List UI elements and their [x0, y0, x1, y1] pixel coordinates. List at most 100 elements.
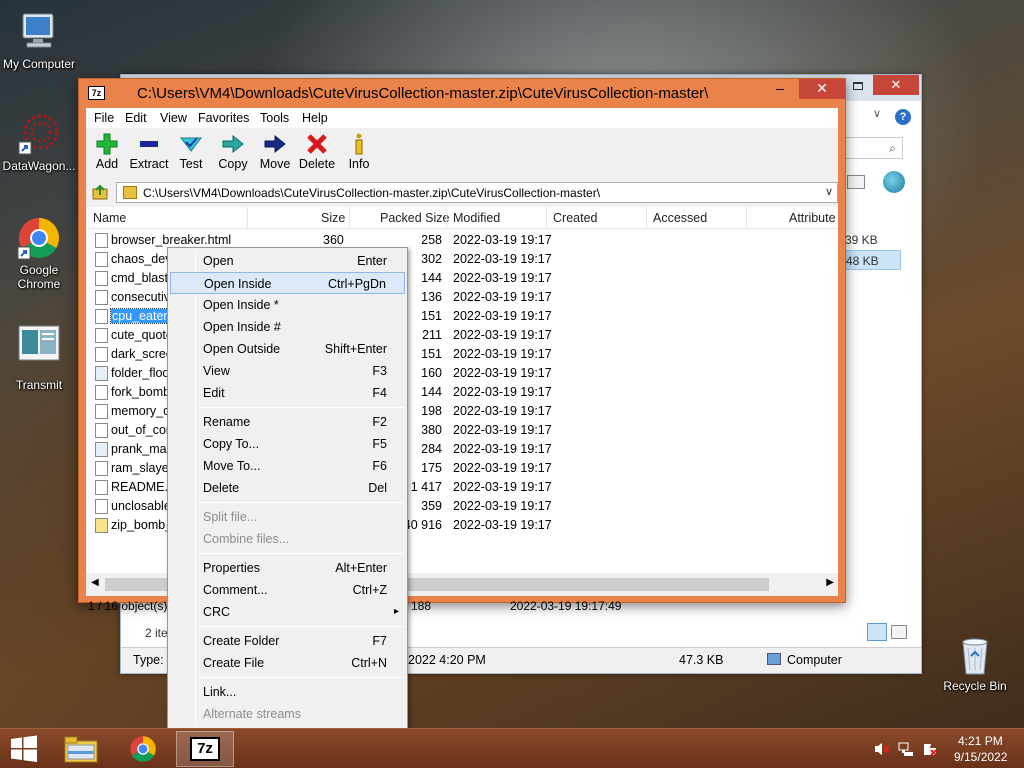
menu-item-crc[interactable]: CRC ▸: [170, 601, 405, 623]
volume-muted-icon[interactable]: [874, 741, 890, 760]
test-button[interactable]: Test: [169, 133, 213, 171]
menu-item-properties[interactable]: Properties Alt+Enter: [170, 557, 405, 579]
menu-file[interactable]: File: [94, 111, 114, 125]
menu-item-view[interactable]: View F3: [170, 360, 405, 382]
file-modified: 2022-03-19 19:17: [453, 442, 552, 456]
file-packed-size: 302: [421, 252, 442, 266]
column-name[interactable]: Name: [93, 211, 126, 225]
file-name: ram_slayer: [111, 461, 173, 475]
details-view-button[interactable]: [867, 623, 887, 641]
info-button[interactable]: Info: [337, 133, 381, 171]
taskbar-chrome[interactable]: [114, 731, 172, 767]
menu-view[interactable]: View: [160, 111, 187, 125]
menu-favorites[interactable]: Favorites: [198, 111, 249, 125]
selection-count: 1 / 16 object(s): [88, 599, 168, 613]
column-size[interactable]: Size: [321, 211, 345, 225]
network-icon[interactable]: [898, 741, 914, 760]
help-icon[interactable]: ?: [895, 109, 911, 125]
extract-button[interactable]: Extract: [127, 133, 171, 171]
desktop-icon-recycle-bin[interactable]: Recycle Bin: [935, 632, 1015, 693]
chevron-down-icon[interactable]: ∨: [825, 185, 833, 198]
taskbar-7zip[interactable]: 7z: [176, 731, 234, 767]
menu-tools[interactable]: Tools: [260, 111, 289, 125]
file-packed-size: 160: [421, 366, 442, 380]
menu-bar: File Edit View Favorites Tools Help: [86, 108, 838, 128]
start-button[interactable]: [0, 729, 48, 768]
move-button[interactable]: Move: [253, 133, 297, 171]
file-icon: [95, 461, 108, 476]
address-text: C:\Users\VM4\Downloads\CuteVirusCollecti…: [143, 186, 601, 200]
menu-item-open-inside[interactable]: Open Inside Ctrl+PgDn: [170, 272, 405, 294]
copy-arrow-icon: [211, 133, 255, 155]
menu-separator: [198, 502, 404, 503]
delete-button[interactable]: Delete: [295, 133, 339, 171]
taskbar-file-explorer[interactable]: [52, 731, 110, 767]
menu-item-move-to[interactable]: Move To... F6: [170, 455, 405, 477]
selected-packed-size: 188: [411, 599, 432, 613]
menu-item-copy-to[interactable]: Copy To... F5: [170, 433, 405, 455]
column-modified[interactable]: Modified: [453, 211, 500, 225]
large-icons-view-button[interactable]: [891, 625, 907, 639]
file-modified: 2022-03-19 19:17: [453, 385, 552, 399]
column-attributes[interactable]: Attribute: [789, 211, 836, 225]
menu-item-shortcut: F7: [372, 634, 387, 648]
view-toggle-icon[interactable]: [847, 175, 865, 189]
expand-ribbon-icon[interactable]: ∨: [873, 107, 887, 121]
column-packed-size[interactable]: Packed Size: [380, 211, 449, 225]
menu-item-label: View: [203, 364, 230, 378]
recycle-bin-icon: [953, 632, 997, 676]
menu-edit[interactable]: Edit: [125, 111, 147, 125]
desktop-icon-my-computer[interactable]: My Computer: [0, 10, 79, 71]
clock-time[interactable]: 4:21 PM: [958, 734, 1003, 748]
scroll-left-icon[interactable]: ◀: [91, 577, 99, 588]
menu-item-open-inside[interactable]: Open Inside *: [170, 294, 405, 316]
address-field[interactable]: C:\Users\VM4\Downloads\CuteVirusCollecti…: [116, 182, 838, 203]
clock-date[interactable]: 9/15/2022: [954, 750, 1007, 764]
search-box[interactable]: ⌕: [843, 137, 903, 159]
menu-item-comment[interactable]: Comment... Ctrl+Z: [170, 579, 405, 601]
column-created[interactable]: Created: [553, 211, 597, 225]
menu-item-create-folder[interactable]: Create Folder F7: [170, 630, 405, 652]
scroll-right-icon[interactable]: ▶: [826, 577, 834, 588]
menu-item-rename[interactable]: Rename F2: [170, 411, 405, 433]
desktop-icon-datawagon[interactable]: DataWagon...: [0, 112, 79, 173]
desktop-icon-google-chrome[interactable]: Google Chrome: [0, 216, 79, 291]
menu-item-shortcut: F2: [372, 415, 387, 429]
menu-item-label: CRC: [203, 605, 231, 619]
close-button[interactable]: ✕: [873, 75, 919, 95]
file-name: memory_c: [111, 404, 170, 418]
menu-item-label: Open Outside: [203, 342, 281, 356]
menu-item-open-inside[interactable]: Open Inside #: [170, 316, 405, 338]
column-accessed[interactable]: Accessed: [653, 211, 707, 225]
menu-item-shortcut: Del: [368, 481, 387, 495]
menu-item-link[interactable]: Link...: [170, 681, 405, 703]
title-bar[interactable]: 7z C:\Users\VM4\Downloads\CuteVirusColle…: [79, 79, 845, 107]
address-bar: C:\Users\VM4\Downloads\CuteVirusCollecti…: [86, 180, 838, 204]
add-button[interactable]: Add: [85, 133, 129, 171]
menu-item-edit[interactable]: Edit F4: [170, 382, 405, 404]
menu-item-label: Open: [203, 254, 234, 268]
menu-item-open-outside[interactable]: Open Outside Shift+Enter: [170, 338, 405, 360]
file-name: unclosable: [111, 499, 171, 513]
file-packed-size: 284: [421, 442, 442, 456]
file-modified: 2022-03-19 19:17: [453, 518, 552, 532]
menu-item-alternate-streams: Alternate streams: [170, 703, 405, 725]
menu-help[interactable]: Help: [302, 111, 328, 125]
submenu-arrow-icon: ▸: [393, 606, 399, 617]
taskbar: 7z 4:21 PM 9/15/2022: [0, 728, 1024, 768]
close-button[interactable]: ✕: [799, 79, 845, 99]
copy-button[interactable]: Copy: [211, 133, 255, 171]
up-folder-icon[interactable]: [92, 184, 108, 200]
globe-icon[interactable]: [883, 171, 905, 193]
minimize-button[interactable]: –: [767, 79, 793, 99]
menu-item-shortcut: Ctrl+N: [351, 656, 387, 670]
menu-item-open[interactable]: Open Enter: [170, 250, 405, 272]
desktop-icon-transmit[interactable]: Transmit: [0, 322, 79, 392]
action-center-icon[interactable]: [922, 741, 938, 760]
file-explorer-icon: [64, 736, 98, 763]
maximize-button[interactable]: [848, 79, 870, 95]
menu-item-create-file[interactable]: Create File Ctrl+N: [170, 652, 405, 674]
menu-item-delete[interactable]: Delete Del: [170, 477, 405, 499]
menu-separator: [198, 626, 404, 627]
file-icon: [95, 499, 108, 514]
